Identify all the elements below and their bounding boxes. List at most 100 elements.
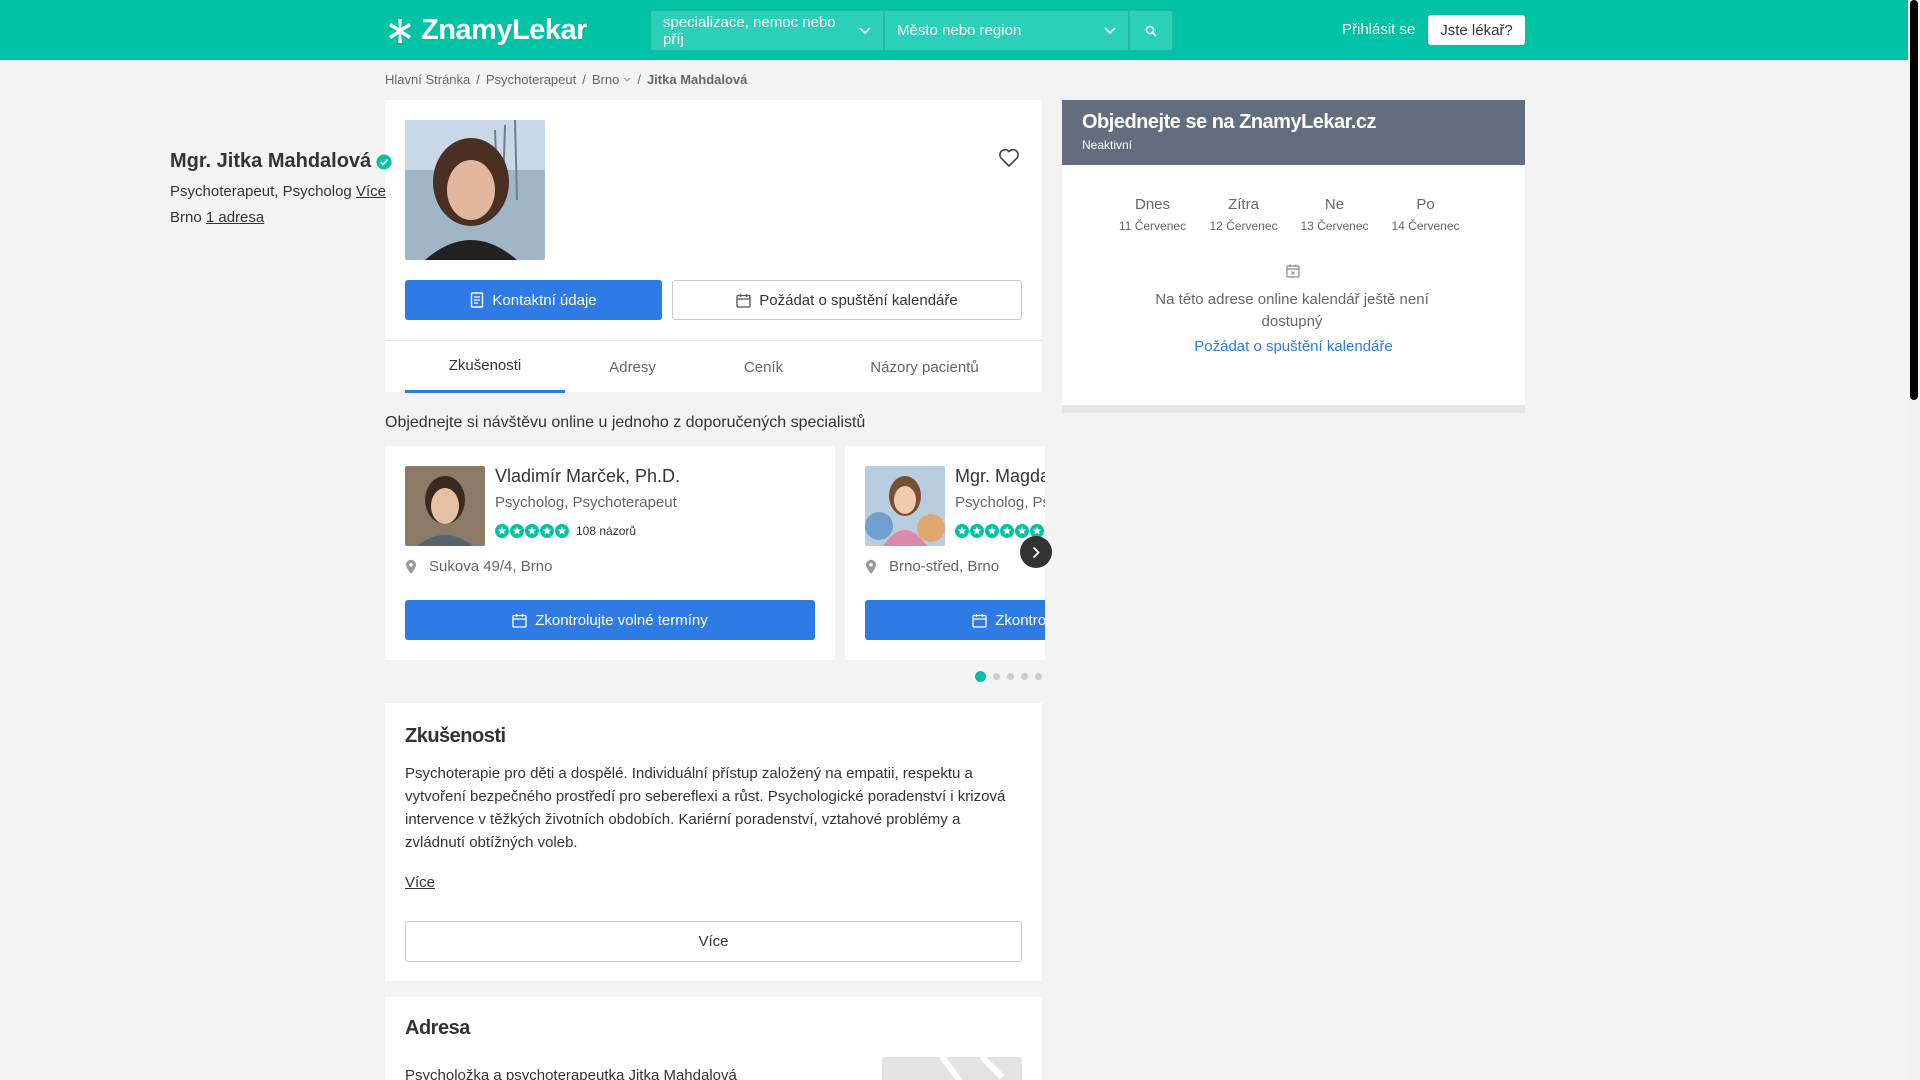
star-icon [540,524,554,538]
breadcrumb-separator: / [476,72,480,87]
contact-details-button[interactable]: Kontaktní údaje [405,280,662,320]
star-icon [555,524,569,538]
location-search-input[interactable]: Město nebo region [884,10,1129,51]
recommended-doctor-name[interactable]: Mgr. Magdalena [955,466,1045,487]
breadcrumb: Hlavní Stránka / Psychoterapeut / Brno /… [385,72,747,87]
are-you-doctor-button[interactable]: Jste lékař? [1428,15,1525,45]
contact-details-label: Kontaktní údaje [492,291,597,309]
location-placeholder: Město nebo region [897,22,1022,39]
booking-day: Zítra 12 Červenec [1198,196,1289,233]
booking-status: Neaktivní [1082,138,1133,152]
doctor-photo [405,120,545,260]
tab-experience[interactable]: Zkušenosti [405,341,565,393]
tab-pricelist[interactable]: Ceník [700,341,827,393]
check-free-slots-label: Zkontrolujte volné termíny [535,611,708,629]
carousel-dot[interactable] [1035,673,1042,680]
specialization-search-input[interactable]: specializace, nemoc nebo příj [650,10,884,51]
chevron-down-icon [859,26,871,34]
day-date: 14 Červenec [1391,219,1460,233]
star-icon [955,524,969,538]
breadcrumb-separator: / [637,72,641,87]
profile-tabs: Zkušenosti Adresy Ceník Názory pacientů [385,340,1042,393]
experience-more-button[interactable]: Více [405,921,1022,962]
search-icon [1145,25,1157,37]
carousel-dot[interactable] [1021,673,1028,680]
verified-check-icon [376,154,392,169]
chevron-down-icon [1104,26,1116,34]
carousel-dot[interactable] [1007,673,1014,680]
day-label: Dnes [1134,196,1171,213]
recommended-doctor-specializations: Psycholog, Psychoterapeut [955,494,1045,511]
check-free-slots-button[interactable]: Zkontrolujte volné termíny [405,600,815,640]
recommended-doctor-card[interactable]: Mgr. Magdalena Psycholog, Psychoterapeut… [845,446,1045,660]
city-text: Brno [170,209,202,226]
tab-patient-reviews[interactable]: Názory pacientů [827,341,1022,393]
booking-days: Dnes 11 Červenec Zítra 12 Červenec Ne 13… [1107,196,1471,233]
address-section: Adresa Psycholožka a psychoterapeutka Ji… [385,997,1042,1080]
star-icon [970,524,984,538]
check-free-slots-button[interactable]: Zkontrolujte volné termíny [865,600,1045,640]
doctor-specializations: Psychoterapeut, Psycholog Více [170,183,386,200]
star-icon [510,524,524,538]
star-icon [985,524,999,538]
address-title: Adresa [405,1017,470,1039]
breadcrumb-separator: / [582,72,586,87]
star-icon [525,524,539,538]
recommended-doctor-photo [865,466,945,546]
specializations-more-link[interactable]: Více [356,183,386,200]
breadcrumb-home[interactable]: Hlavní Stránka [385,72,470,87]
recommended-doctor-specializations: Psycholog, Psychoterapeut [495,494,677,511]
scrollbar-thumb[interactable] [1910,0,1918,400]
tab-addresses[interactable]: Adresy [565,341,700,393]
calendar-icon [972,613,987,628]
carousel-dot[interactable] [993,673,1000,680]
star-icon [495,524,509,538]
carousel-pagination [975,671,1049,682]
recommended-title: Objednejte si návštěvu online u jednoho … [385,414,866,431]
breadcrumb-city[interactable]: Brno [592,72,619,87]
doctor-city: Brno 1 adresa [170,209,264,226]
day-date: 13 Červenec [1300,219,1369,233]
experience-section: Zkušenosti Psychoterapie pro děti a dosp… [385,703,1042,981]
breadcrumb-current: Jitka Mahdalová [646,72,748,87]
booking-day: Dnes 11 Červenec [1107,196,1198,233]
breadcrumb-specialization[interactable]: Psychoterapeut [486,72,576,87]
location-pin-icon [406,559,416,574]
recommended-doctor-name[interactable]: Vladimír Marček, Ph.D. [495,466,680,487]
recommended-doctor-photo [405,466,485,546]
search-button[interactable] [1129,10,1173,51]
recommended-carousel: Vladimír Marček, Ph.D. Psycholog, Psycho… [385,446,1045,660]
review-count[interactable]: 108 názorů [576,524,636,538]
recommended-doctor-address: Brno-střed, Brno [865,558,999,575]
chevron-down-icon[interactable] [623,77,631,83]
day-label: Ne [1324,196,1345,213]
logo-text: ZnamyLekar [421,14,587,46]
favorite-heart-icon[interactable] [998,148,1020,173]
address-subtitle: Psycholožka a psychoterapeutka Jitka Mah… [405,1067,737,1080]
calendar-icon [512,613,527,628]
experience-more-link[interactable]: Více [405,874,435,891]
recommended-doctor-card[interactable]: Vladimír Marček, Ph.D. Psycholog, Psycho… [385,446,835,660]
calendar-icon [736,293,751,308]
address-text: Brno-střed, Brno [889,558,1000,575]
logo-mark-icon [389,18,411,43]
request-calendar-link-text[interactable]: Požádat o spuštění kalendáře [1194,338,1392,355]
specializations-text: Psychoterapeut, Psycholog [170,183,352,200]
contact-card-icon [471,292,484,308]
star-icon [1015,524,1029,538]
top-navbar: ZnamyLekar specializace, nemoc nebo příj… [0,0,1908,60]
doctor-name-text: Mgr. Jitka Mahdalová [170,150,372,172]
check-free-slots-label: Zkontrolujte volné termíny [995,611,1045,629]
request-calendar-button[interactable]: Požádat o spuštění kalendáře [672,280,1022,320]
day-label: Zítra [1228,196,1259,213]
logo[interactable]: ZnamyLekar [385,14,587,47]
booking-header: Objednejte se na ZnamyLekar.cz Neaktivní [1062,100,1525,165]
login-link[interactable]: Přihlásit se [1342,21,1415,38]
address-map[interactable] [882,1057,1022,1080]
address-text: Sukova 49/4, Brno [429,558,553,575]
addresses-link[interactable]: 1 adresa [206,209,264,226]
carousel-dot[interactable] [975,671,986,682]
location-pin-icon [866,559,876,574]
booking-panel: Objednejte se na ZnamyLekar.cz Neaktivní… [1062,100,1525,413]
carousel-next-button[interactable] [1020,536,1052,568]
